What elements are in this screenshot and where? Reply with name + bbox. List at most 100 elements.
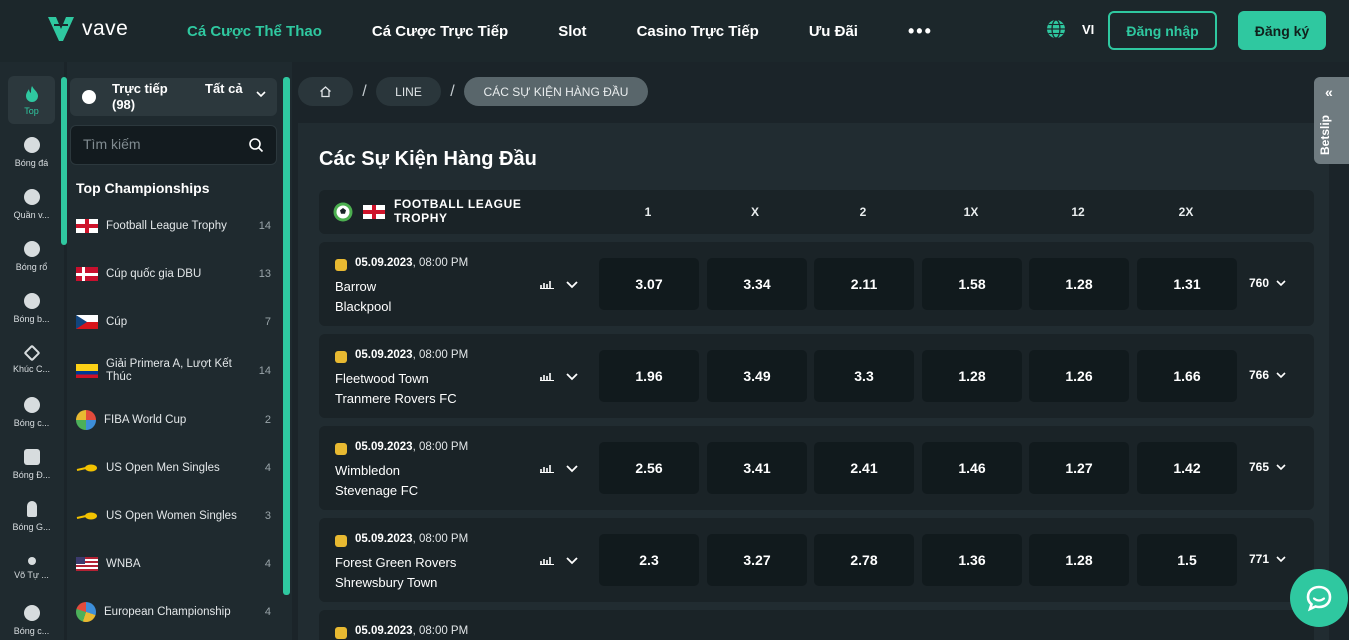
breadcrumb-home[interactable] (298, 77, 353, 106)
more-markets-button[interactable]: 771 (1249, 552, 1309, 566)
championship-item[interactable]: US Open Women Singles 3 (76, 494, 271, 538)
live-filter-dropdown[interactable]: Trực tiếp (98) Tất cả (70, 78, 277, 116)
all-label: Tất cả (205, 81, 243, 96)
event-datetime: 05.09.2023, 08:00 PM (355, 349, 468, 361)
chevron-down-icon (1276, 556, 1286, 563)
home-team[interactable]: Fleetwood Town (335, 371, 429, 386)
championship-item[interactable]: Giải Primera A, Lượt Kết Thúc 14 (76, 349, 271, 393)
odd-button[interactable]: 1.46 (922, 442, 1022, 494)
rail-item-soccer[interactable]: Bóng đá (8, 128, 55, 176)
live-radio-icon (82, 90, 96, 104)
odd-button[interactable]: 1.28 (922, 350, 1022, 402)
nav-slot[interactable]: Slot (558, 23, 586, 40)
odd-button[interactable]: 3.34 (707, 258, 807, 310)
nav-live-betting[interactable]: Cá Cược Trực Tiếp (372, 23, 508, 40)
nav-promotions[interactable]: Ưu Đãi (809, 23, 858, 40)
rail-item-tennis[interactable]: Quần v... (8, 180, 55, 228)
language-selector[interactable]: VI (1046, 19, 1094, 39)
championship-item[interactable]: US Open Men Singles 4 (76, 446, 271, 490)
stats-icon[interactable] (540, 555, 554, 565)
more-markets-button[interactable]: 766 (1249, 368, 1309, 382)
odd-button[interactable]: 3.07 (599, 258, 699, 310)
breadcrumb-line[interactable]: LINE (376, 77, 441, 106)
championship-name: Cúp (106, 315, 128, 328)
breadcrumb-current: CÁC SỰ KIỆN HÀNG ĐẦU (464, 77, 648, 106)
search-icon[interactable] (248, 137, 264, 153)
rail-item-martial-arts[interactable]: Võ Tự ... (8, 544, 55, 592)
home-team[interactable]: Forest Green Rovers (335, 555, 456, 570)
championship-item[interactable]: Cúp quốc gia DBU 13 (76, 252, 271, 296)
live-chat-button[interactable] (1290, 569, 1348, 627)
away-team[interactable]: Blackpool (335, 299, 391, 314)
championship-item[interactable]: Cúp 7 (76, 300, 271, 344)
odd-button[interactable]: 1.58 (922, 258, 1022, 310)
away-team[interactable]: Shrewsbury Town (335, 575, 437, 590)
globe-icon (1047, 19, 1065, 39)
czech-flag-icon (76, 315, 98, 329)
betslip-tab[interactable]: « Betslip (1314, 77, 1349, 164)
odd-button[interactable]: 2.3 (599, 534, 699, 586)
tennis-racket-icon (76, 512, 97, 520)
odd-button[interactable]: 1.66 (1137, 350, 1237, 402)
championship-item[interactable]: WNBA 4 (76, 542, 271, 586)
rail-label: Bóng Đ... (12, 469, 51, 480)
league-name[interactable]: FOOTBALL LEAGUE TROPHY (394, 197, 544, 225)
home-team[interactable]: Barrow (335, 279, 376, 294)
chevron-down-icon[interactable] (565, 553, 579, 567)
chevron-down-icon[interactable] (565, 369, 579, 383)
odd-button[interactable]: 1.5 (1137, 534, 1237, 586)
rail-item-esports-soccer[interactable]: Bóng Đ... (8, 440, 55, 488)
odd-button[interactable]: 1.27 (1029, 442, 1129, 494)
rail-item-basketball[interactable]: Bóng rổ (8, 232, 55, 280)
flame-icon (25, 85, 38, 102)
stats-icon[interactable] (540, 279, 554, 289)
event-date: 05.09.2023 (355, 257, 413, 269)
odd-button[interactable]: 2.11 (814, 258, 914, 310)
odd-button[interactable]: 1.36 (922, 534, 1022, 586)
more-markets-button[interactable]: 765 (1249, 460, 1309, 474)
odd-button[interactable]: 1.28 (1029, 534, 1129, 586)
championships-scrollbar[interactable] (283, 77, 290, 595)
prematch-icon (335, 627, 347, 639)
home-team[interactable]: Wimbledon (335, 463, 400, 478)
logo[interactable]: vave (46, 15, 128, 43)
odd-button[interactable]: 3.49 (707, 350, 807, 402)
stats-icon[interactable] (540, 371, 554, 381)
rail-item-table-tennis[interactable]: Bóng b... (8, 284, 55, 332)
championship-item[interactable]: European Championship 4 (76, 590, 271, 634)
login-button[interactable]: Đăng nhập (1108, 11, 1217, 50)
odd-button[interactable]: 1.96 (599, 350, 699, 402)
odd-button[interactable]: 3.41 (707, 442, 807, 494)
odd-button[interactable]: 2.78 (814, 534, 914, 586)
chevron-down-icon[interactable] (565, 461, 579, 475)
championship-item[interactable]: Football League Trophy 14 (76, 204, 271, 248)
rail-item-volleyball[interactable]: Bóng c... (8, 388, 55, 436)
away-team[interactable]: Tranmere Rovers FC (335, 391, 457, 406)
search-input[interactable] (83, 136, 243, 152)
rail-item-baseball[interactable]: Bóng c... (8, 596, 55, 640)
championship-count: 2 (264, 414, 271, 426)
odd-button[interactable]: 3.3 (814, 350, 914, 402)
championship-count: 14 (258, 220, 271, 232)
nav-sports-betting[interactable]: Cá Cược Thể Thao (187, 23, 322, 40)
nav-live-casino[interactable]: Casino Trực Tiếp (637, 23, 759, 40)
championship-count: 14 (258, 365, 271, 377)
more-markets-button[interactable]: 760 (1249, 276, 1309, 290)
rail-item-badminton[interactable]: Bóng G... (8, 492, 55, 540)
odd-button[interactable]: 1.26 (1029, 350, 1129, 402)
chevron-down-icon[interactable] (565, 277, 579, 291)
odd-button[interactable]: 1.42 (1137, 442, 1237, 494)
nav-more-icon[interactable]: ••• (908, 21, 933, 42)
stats-icon[interactable] (540, 463, 554, 473)
odd-button[interactable]: 2.56 (599, 442, 699, 494)
odd-button[interactable]: 1.28 (1029, 258, 1129, 310)
rail-item-top[interactable]: Top (8, 76, 55, 124)
odd-button[interactable]: 1.31 (1137, 258, 1237, 310)
event-datetime: 05.09.2023, 08:00 PM (355, 625, 468, 637)
rail-item-hockey[interactable]: Khúc C... (8, 336, 55, 384)
odd-button[interactable]: 2.41 (814, 442, 914, 494)
register-button[interactable]: Đăng ký (1238, 11, 1326, 50)
championship-item[interactable]: FIBA World Cup 2 (76, 398, 271, 442)
away-team[interactable]: Stevenage FC (335, 483, 418, 498)
odd-button[interactable]: 3.27 (707, 534, 807, 586)
